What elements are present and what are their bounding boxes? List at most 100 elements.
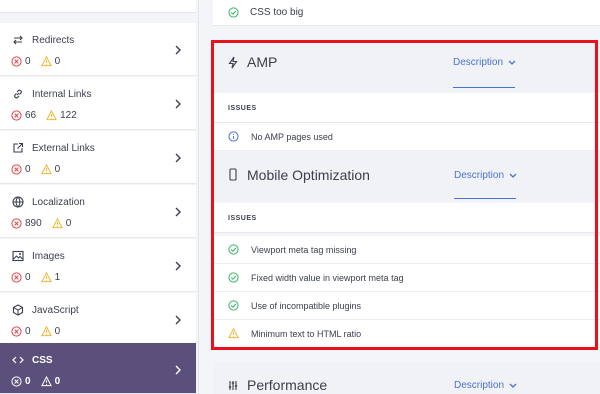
description-label: Description	[453, 57, 504, 68]
issue-row: Fixed width value in viewport meta tag	[213, 264, 600, 292]
sidebar-item-redirects[interactable]: Redirects 0 0	[0, 23, 196, 76]
error-icon	[11, 164, 22, 175]
code-icon	[12, 356, 24, 364]
performance-description-toggle[interactable]: Description	[454, 380, 517, 391]
warning-count: 0	[65, 218, 72, 229]
error-icon	[11, 218, 22, 229]
warning-count: 0	[54, 376, 61, 387]
issues-heading: ISSUES	[228, 105, 257, 112]
sidebar-item-images[interactable]: Images 0 1	[0, 239, 196, 292]
image-icon	[12, 250, 24, 262]
warning-count: 122	[60, 110, 77, 121]
sidebar-item-label: Redirects	[32, 34, 75, 46]
sidebar-item-javascript[interactable]: JavaScript 0 0	[0, 293, 196, 346]
external-link-icon	[13, 142, 24, 153]
error-icon	[11, 272, 22, 283]
error-count: 0	[25, 272, 31, 283]
sidebar-item-label: Internal Links	[32, 88, 92, 100]
sidebar-item-label: Images	[32, 250, 65, 262]
error-icon	[11, 110, 22, 121]
error-count: 0	[25, 56, 31, 67]
chevron-down-icon	[509, 383, 517, 388]
issue-text: Viewport meta tag missing	[251, 245, 357, 255]
issue-text: Use of incompatible plugins	[251, 301, 362, 311]
mobile-phone-icon	[229, 168, 237, 181]
description-underline	[453, 87, 515, 88]
redirect-icon	[13, 35, 23, 45]
warning-icon	[40, 376, 52, 387]
sidebar-item-css[interactable]: CSS 0 0	[0, 343, 196, 394]
chevron-right-icon	[175, 45, 181, 55]
warning-count: 0	[54, 164, 61, 175]
sidebar-item-internal-links[interactable]: Internal Links 66 122	[0, 77, 196, 130]
link-icon	[14, 89, 22, 99]
chevron-right-icon	[175, 207, 181, 217]
error-icon	[11, 376, 22, 387]
warning-icon	[228, 328, 239, 339]
globe-icon	[12, 196, 24, 208]
sidebar-item-external-links[interactable]: External Links 0 0	[0, 131, 196, 184]
error-count: 0	[25, 164, 31, 175]
error-count: 0	[25, 376, 31, 387]
sidebar-item-label: JavaScript	[32, 304, 79, 316]
error-icon	[11, 56, 22, 67]
chevron-right-icon	[175, 261, 181, 271]
issue-text: Fixed width value in viewport meta tag	[251, 273, 404, 283]
javascript-icon	[12, 304, 24, 316]
chevron-right-icon	[175, 99, 181, 109]
chevron-right-icon	[175, 315, 181, 325]
sidebar-item-label: Localization	[32, 196, 85, 208]
warning-count: 0	[54, 326, 61, 337]
check-circle-icon	[228, 244, 239, 255]
issue-text: Minimum text to HTML ratio	[251, 329, 362, 339]
description-label: Description	[454, 170, 505, 181]
issue-row: Viewport meta tag missing	[213, 236, 600, 264]
amp-section-header: AMP Description	[213, 42, 600, 96]
chevron-down-icon	[508, 60, 516, 65]
section-title: Mobile Optimization	[247, 167, 370, 183]
check-circle-icon	[228, 272, 239, 283]
mobile-section-header: Mobile Optimization Description	[213, 151, 600, 201]
sidebar: Redirects 0 0 Internal Links 66 122 Exte…	[0, 0, 199, 394]
mobile-description-toggle[interactable]: Description	[454, 170, 517, 181]
section-title: Performance	[247, 377, 328, 393]
description-underline	[454, 198, 516, 199]
error-count: 890	[25, 218, 42, 229]
warning-icon	[40, 164, 52, 175]
issue-row: CSS too big	[213, 0, 600, 26]
warning-count: 1	[54, 272, 61, 283]
issue-text: No AMP pages used	[251, 132, 333, 142]
issue-row: Minimum text to HTML ratio	[213, 320, 600, 348]
chevron-right-icon	[175, 365, 181, 375]
section-title: AMP	[247, 54, 278, 70]
amp-description-toggle[interactable]: Description	[453, 57, 516, 68]
error-icon	[11, 326, 22, 337]
warning-count: 0	[54, 56, 61, 67]
warning-icon	[40, 56, 52, 67]
warning-icon	[51, 218, 63, 229]
issue-row: Use of incompatible plugins	[213, 292, 600, 320]
warning-icon	[40, 272, 52, 283]
sidebar-item-label: External Links	[32, 142, 95, 154]
info-icon	[228, 131, 239, 142]
sliders-icon	[228, 381, 238, 390]
amp-issues-label: ISSUES	[213, 93, 600, 123]
warning-icon	[46, 110, 58, 121]
sidebar-item-partial[interactable]	[0, 0, 196, 13]
performance-section-header: Performance Description	[213, 362, 600, 394]
warning-icon	[40, 326, 52, 337]
main-panel: CSS too big AMP Description ISSUES No AM…	[213, 0, 600, 394]
issues-heading: ISSUES	[228, 215, 257, 222]
mobile-issues-label: ISSUES	[213, 203, 600, 233]
description-label: Description	[454, 380, 505, 391]
issue-text: CSS too big	[250, 7, 304, 18]
check-circle-icon	[228, 7, 239, 18]
issue-row: No AMP pages used	[213, 123, 600, 151]
sidebar-item-label: CSS	[32, 354, 53, 366]
lightning-icon	[228, 56, 238, 69]
error-count: 0	[25, 326, 31, 337]
check-circle-icon	[228, 300, 239, 311]
sidebar-item-localization[interactable]: Localization 890 0	[0, 185, 196, 238]
error-count: 66	[25, 110, 37, 121]
chevron-right-icon	[175, 153, 181, 163]
